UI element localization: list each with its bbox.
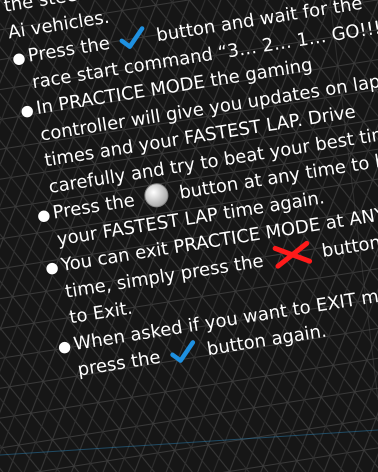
circle-button-icon: [144, 183, 169, 208]
cross-icon: [272, 240, 313, 269]
instruction-text-block: the steering Ai vehicles. ●Press the but…: [2, 0, 378, 387]
checkmark-icon: [119, 26, 145, 49]
checkmark-icon: [170, 340, 196, 363]
